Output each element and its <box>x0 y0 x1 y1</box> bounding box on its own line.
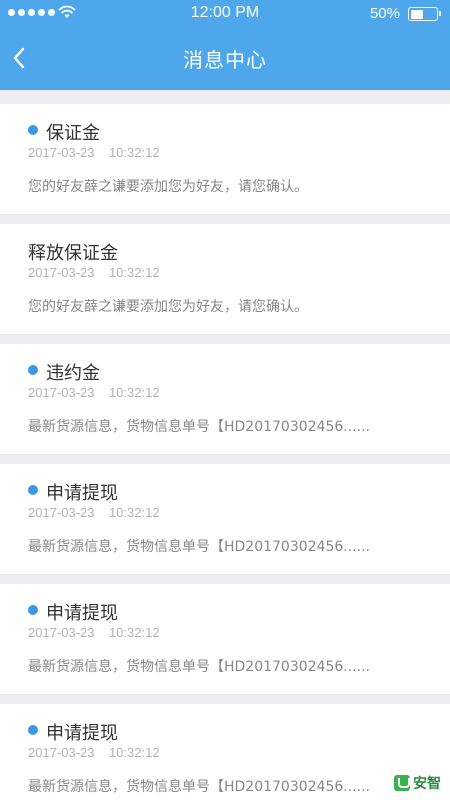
message-body: 您的好友薛之谦要添加您为好友，请您确认。 <box>28 179 308 195</box>
message-body: 最新货源信息，货物信息单号【HD20170302456...... <box>28 419 370 435</box>
message-title: 申请提现 <box>46 483 118 504</box>
message-timestamp: 2017-03-23 10:32:12 <box>28 385 160 400</box>
anzhi-logo-icon <box>394 775 410 791</box>
message-timestamp: 2017-03-23 10:32:12 <box>28 745 160 760</box>
battery-percentage: 50% <box>369 5 400 22</box>
message-time: 10:32:12 <box>108 265 160 280</box>
message-timestamp: 2017-03-23 10:32:12 <box>28 145 160 160</box>
message-time: 10:32:12 <box>108 385 160 400</box>
message-item[interactable]: 释放保证金 2017-03-23 10:32:12 您的好友薛之谦要添加您为好友，请… <box>0 224 450 334</box>
message-list: 保证金 2017-03-23 10:32:12 您的好友薛之谦要添加您为好友，请您确… <box>0 104 450 800</box>
watermark: 安智 <box>391 772 444 794</box>
message-date: 2017-03-23 <box>28 265 95 280</box>
message-title: 违约金 <box>46 363 100 384</box>
message-center-screen: 12:00 PM 50% 消息中心 保证金 2017-03-23 10:32:12… <box>0 0 450 800</box>
message-date: 2017-03-23 <box>28 745 95 760</box>
message-item[interactable]: 违约金 2017-03-23 10:32:12 最新货源信息，货物信息单号【HD20… <box>0 344 450 454</box>
message-body: 最新货源信息，货物信息单号【HD20170302456...... <box>28 539 370 555</box>
message-body: 您的好友薛之谦要添加您为好友，请您确认。 <box>28 299 308 315</box>
message-title: 申请提现 <box>46 723 118 744</box>
message-title: 保证金 <box>46 123 100 144</box>
message-date: 2017-03-23 <box>28 385 95 400</box>
message-body: 最新货源信息，货物信息单号【HD20170302456...... <box>28 659 370 675</box>
message-date: 2017-03-23 <box>28 145 95 160</box>
page-title: 消息中心 <box>183 48 267 72</box>
message-date: 2017-03-23 <box>28 625 95 640</box>
message-date: 2017-03-23 <box>28 505 95 520</box>
navigation-bar: 消息中心 <box>0 28 450 90</box>
message-time: 10:32:12 <box>108 505 160 520</box>
message-title: 申请提现 <box>46 603 118 624</box>
unread-dot-icon <box>28 605 38 615</box>
message-time: 10:32:12 <box>108 145 160 160</box>
message-item[interactable]: 申请提现 2017-03-23 10:32:12 最新货源信息，货物信息单号【HD2… <box>0 464 450 574</box>
unread-dot-icon <box>28 365 38 375</box>
message-timestamp: 2017-03-23 10:32:12 <box>28 505 160 520</box>
message-item[interactable]: 申请提现 2017-03-23 10:32:12 最新货源信息，货物信息单号【HD2… <box>0 704 450 800</box>
message-title: 释放保证金 <box>28 243 118 264</box>
message-timestamp: 2017-03-23 10:32:12 <box>28 625 160 640</box>
unread-dot-icon <box>28 125 38 135</box>
message-timestamp: 2017-03-23 10:32:12 <box>28 265 160 280</box>
status-bar: 12:00 PM 50% <box>0 0 450 28</box>
message-time: 10:32:12 <box>108 625 160 640</box>
message-item[interactable]: 保证金 2017-03-23 10:32:12 您的好友薛之谦要添加您为好友，请您确… <box>0 104 450 214</box>
watermark-text: 安智 <box>413 776 441 792</box>
unread-dot-icon <box>28 485 38 495</box>
unread-dot-icon <box>28 725 38 735</box>
message-time: 10:32:12 <box>108 745 160 760</box>
message-item[interactable]: 申请提现 2017-03-23 10:32:12 最新货源信息，货物信息单号【HD2… <box>0 584 450 694</box>
battery-icon <box>408 7 441 21</box>
message-body: 最新货源信息，货物信息单号【HD20170302456...... <box>28 779 370 795</box>
